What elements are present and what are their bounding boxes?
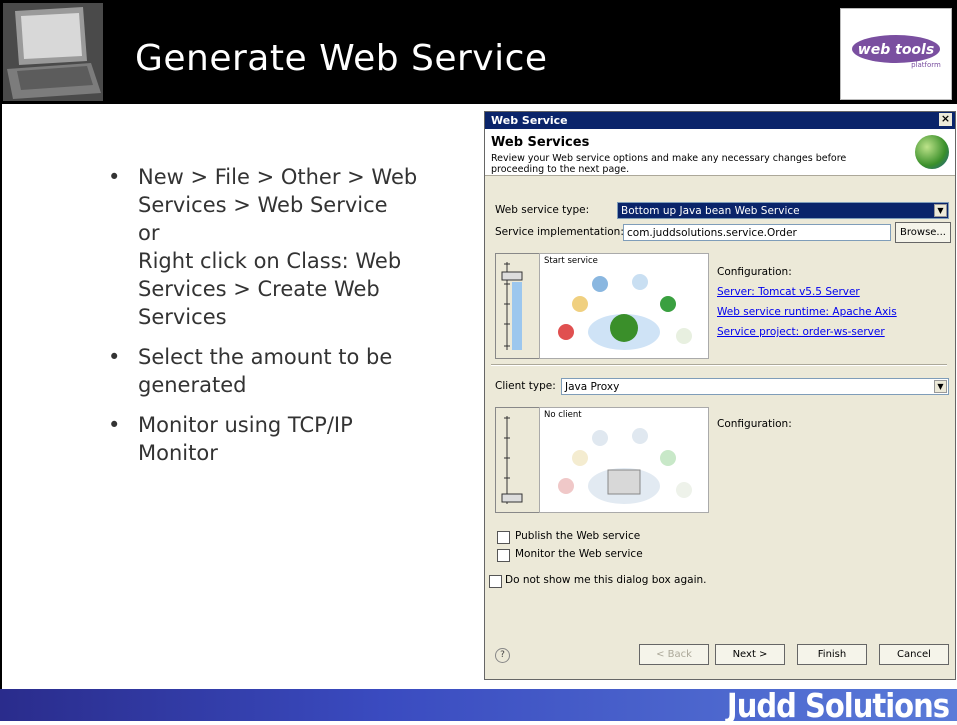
server-config-label: Configuration:: [717, 266, 792, 278]
web-tools-logo: web tools platform: [840, 8, 952, 100]
dropdown-arrow-icon[interactable]: ▼: [934, 204, 947, 217]
service-type-select[interactable]: Bottom up Java bean Web Service ▼: [617, 202, 949, 219]
logo-text: web tools: [858, 42, 934, 58]
client-type-value: Java Proxy: [565, 381, 620, 393]
dont-show-label: Do not show me this dialog box again.: [505, 574, 707, 586]
bullet-line: Monitor using TCP/IP: [138, 413, 353, 437]
footer-brand: Judd Solutions: [726, 686, 950, 725]
server-slider[interactable]: [495, 253, 541, 359]
client-type-label: Client type:: [495, 380, 556, 392]
bullet-item: • New > File > Other > Web Services > We…: [104, 163, 484, 331]
cancel-button[interactable]: Cancel: [879, 644, 949, 665]
bullet-dot: •: [108, 345, 121, 369]
bullet-line: Services > Create Web: [138, 277, 380, 301]
dialog-titlebar: Web Service ×: [485, 112, 955, 129]
globe-icon: [915, 135, 949, 169]
publish-checkbox[interactable]: [497, 531, 510, 544]
server-link[interactable]: Server: Tomcat v5.5 Server: [717, 286, 860, 298]
service-type-value: Bottom up Java bean Web Service: [621, 205, 800, 217]
slide-footer: Judd Solutions: [0, 686, 957, 725]
finish-button[interactable]: Finish: [797, 644, 867, 665]
bullet-list: • New > File > Other > Web Services > We…: [104, 163, 484, 479]
bullet-item: • Monitor using TCP/IP Monitor: [104, 411, 484, 467]
client-slider[interactable]: [495, 407, 541, 513]
service-type-label: Web service type:: [495, 204, 590, 216]
bullet-line: Right click on Class: Web: [138, 249, 402, 273]
dialog-banner: Web Services Review your Web service opt…: [485, 129, 955, 176]
publish-label: Publish the Web service: [515, 530, 641, 542]
help-icon[interactable]: ?: [495, 648, 510, 663]
bullet-item: • Select the amount to be generated: [104, 343, 484, 399]
bullet-line: New > File > Other > Web: [138, 165, 418, 189]
logo-subtext: platform: [911, 61, 941, 69]
web-service-dialog: Web Service × Web Services Review your W…: [484, 111, 956, 680]
impl-input[interactable]: com.juddsolutions.service.Order: [623, 224, 891, 241]
back-button[interactable]: < Back: [639, 644, 709, 665]
service-project-link[interactable]: Service project: order-ws-server: [717, 326, 885, 338]
monitor-checkbox[interactable]: [497, 549, 510, 562]
dropdown-arrow-icon[interactable]: ▼: [934, 380, 947, 393]
impl-label: Service implementation:: [495, 226, 624, 238]
slide-title: Generate Web Service: [135, 38, 548, 79]
dialog-header-title: Web Services: [491, 135, 590, 150]
bullet-dot: •: [108, 413, 121, 437]
bullet-line: or: [138, 221, 160, 245]
bullet-line: Monitor: [138, 441, 218, 465]
monitor-label: Monitor the Web service: [515, 548, 643, 560]
divider: [491, 364, 947, 366]
client-type-select[interactable]: Java Proxy ▼: [561, 378, 949, 395]
server-graphic: Start service: [539, 253, 709, 359]
next-button[interactable]: Next >: [715, 644, 785, 665]
bullet-line: generated: [138, 373, 247, 397]
dialog-header-desc: Review your Web service options and make…: [491, 153, 847, 175]
browse-button[interactable]: Browse...: [895, 222, 951, 243]
dont-show-checkbox[interactable]: [489, 575, 502, 588]
bullet-dot: •: [108, 165, 121, 189]
dialog-title: Web Service: [491, 114, 568, 127]
client-graphic: No client: [539, 407, 709, 513]
close-icon[interactable]: ×: [939, 113, 952, 126]
bullet-line: Select the amount to be: [138, 345, 393, 369]
slide-header: Generate Web Service web tools platform: [0, 0, 957, 104]
laptop-image: [3, 3, 103, 101]
slide-left-border: [0, 104, 2, 689]
client-config-label: Configuration:: [717, 418, 792, 430]
bullet-line: Services: [138, 305, 227, 329]
runtime-link[interactable]: Web service runtime: Apache Axis: [717, 306, 897, 318]
bullet-line: Services > Web Service: [138, 193, 388, 217]
